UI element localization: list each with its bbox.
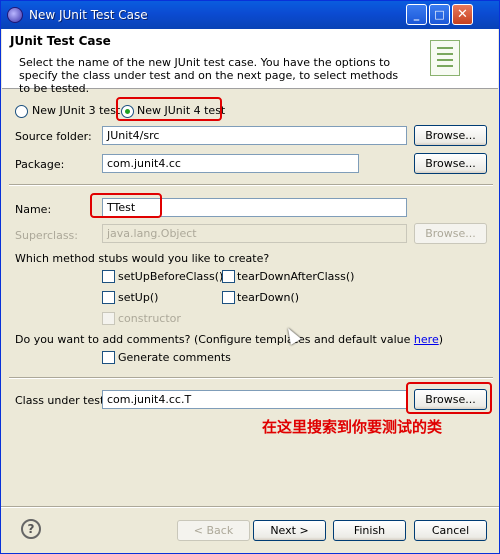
generate-comments-label[interactable]: Generate comments [118,351,231,364]
close-button[interactable]: ✕ [452,4,473,25]
dialog-window: New JUnit Test Case _ □ ✕ JUnit Test Cas… [0,0,500,554]
teardown-label[interactable]: tearDown() [237,291,299,304]
separator [9,377,493,379]
teardown-checkbox[interactable] [222,291,235,304]
package-browse-button[interactable]: Browse... [414,153,487,174]
wizard-description: Select the name of the new JUnit test ca… [19,56,399,95]
source-folder-label: Source folder: [15,130,92,143]
window-title: New JUnit Test Case [29,8,148,22]
superclass-field: java.lang.Object [102,224,407,243]
junit-wizard-icon [430,40,460,76]
annotation-hint: 在这里搜索到你要测试的类 [262,418,443,436]
package-label: Package: [15,158,65,171]
footer-separator [1,506,499,508]
maximize-button[interactable]: □ [429,4,450,25]
junit3-label[interactable]: New JUnit 3 test [32,104,120,117]
title-bar[interactable]: New JUnit Test Case _ □ ✕ [1,1,499,29]
superclass-browse-button: Browse... [414,223,487,244]
next-button[interactable]: Next > [253,520,326,541]
class-under-test-field[interactable]: com.junit4.cc.T [102,390,407,409]
separator [9,184,493,186]
constructor-label: constructor [118,312,181,325]
name-highlight-box [90,193,162,218]
name-label: Name: [15,203,52,216]
package-field[interactable]: com.junit4.cc [102,154,359,173]
source-folder-browse-button[interactable]: Browse... [414,125,487,146]
setup-checkbox[interactable] [102,291,115,304]
browse-highlight-box [406,382,492,414]
class-under-test-label: Class under test: [15,394,108,407]
comments-question-close: ) [438,333,444,346]
comments-question: Do you want to add comments? (Configure … [15,333,443,346]
setup-before-class-checkbox[interactable] [102,270,115,283]
superclass-label: Superclass: [15,229,78,242]
teardown-after-class-label[interactable]: tearDownAfterClass() [237,270,354,283]
source-folder-field[interactable]: JUnit4/src [102,126,407,145]
back-button: < Back [177,520,250,541]
help-icon[interactable]: ? [21,519,41,539]
setup-label[interactable]: setUp() [118,291,158,304]
finish-button[interactable]: Finish [333,520,406,541]
generate-comments-checkbox[interactable] [102,351,115,364]
teardown-after-class-checkbox[interactable] [222,270,235,283]
cancel-button[interactable]: Cancel [414,520,487,541]
configure-templates-link[interactable]: here [414,333,439,346]
stubs-question: Which method stubs would you like to cre… [15,252,270,265]
junit3-radio[interactable] [15,105,28,118]
minimize-button[interactable]: _ [406,4,427,25]
comments-question-text: Do you want to add comments? (Configure … [15,333,414,346]
wizard-title: JUnit Test Case [10,34,111,48]
wizard-header: JUnit Test Case Select the name of the n… [2,29,498,95]
junit4-highlight-box [116,97,222,121]
constructor-checkbox [102,312,115,325]
eclipse-app-icon [7,7,23,23]
setup-before-class-label[interactable]: setUpBeforeClass() [118,270,223,283]
